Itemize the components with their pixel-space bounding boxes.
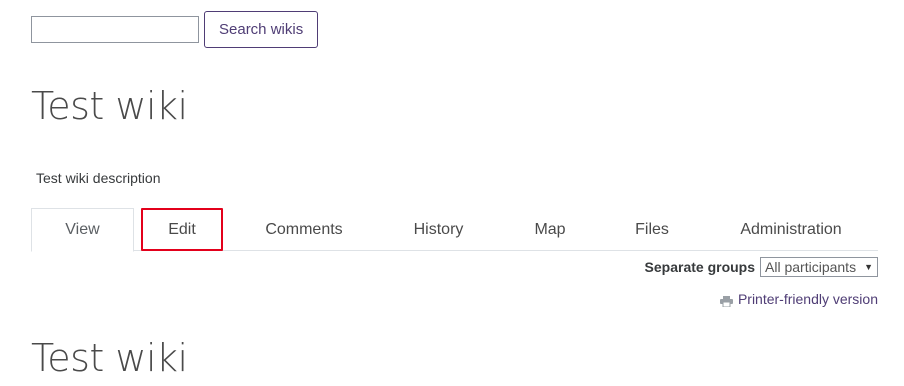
group-select-value: All participants [765, 259, 857, 275]
wiki-description: Test wiki description [36, 170, 161, 186]
tab-edit[interactable]: Edit [141, 208, 223, 251]
group-select[interactable]: All participants ▼ [760, 257, 878, 277]
search-wikis-button[interactable]: Search wikis [204, 11, 319, 48]
tab-map[interactable]: Map [511, 208, 589, 251]
caret-down-icon: ▼ [864, 262, 873, 272]
tab-administration[interactable]: Administration [721, 208, 861, 251]
group-mode-label: Separate groups [644, 259, 756, 275]
tab-files[interactable]: Files [611, 208, 693, 251]
group-selector: Separate groups All participants ▼ [645, 257, 878, 277]
printer-icon [719, 294, 733, 307]
search-bar: Search wikis [31, 11, 319, 48]
wiki-tabs: View Edit Comments History Map Files Adm… [31, 208, 878, 252]
tab-history[interactable]: History [381, 208, 496, 251]
content-title: Test wiki [31, 336, 188, 380]
tab-view[interactable]: View [31, 208, 134, 252]
tab-comments[interactable]: Comments [243, 208, 365, 251]
page-title: Test wiki [31, 84, 188, 128]
search-wikis-input[interactable] [31, 16, 199, 43]
printer-friendly-link[interactable]: Printer-friendly version [738, 291, 878, 307]
printer-friendly-row: Printer-friendly version [719, 291, 878, 307]
